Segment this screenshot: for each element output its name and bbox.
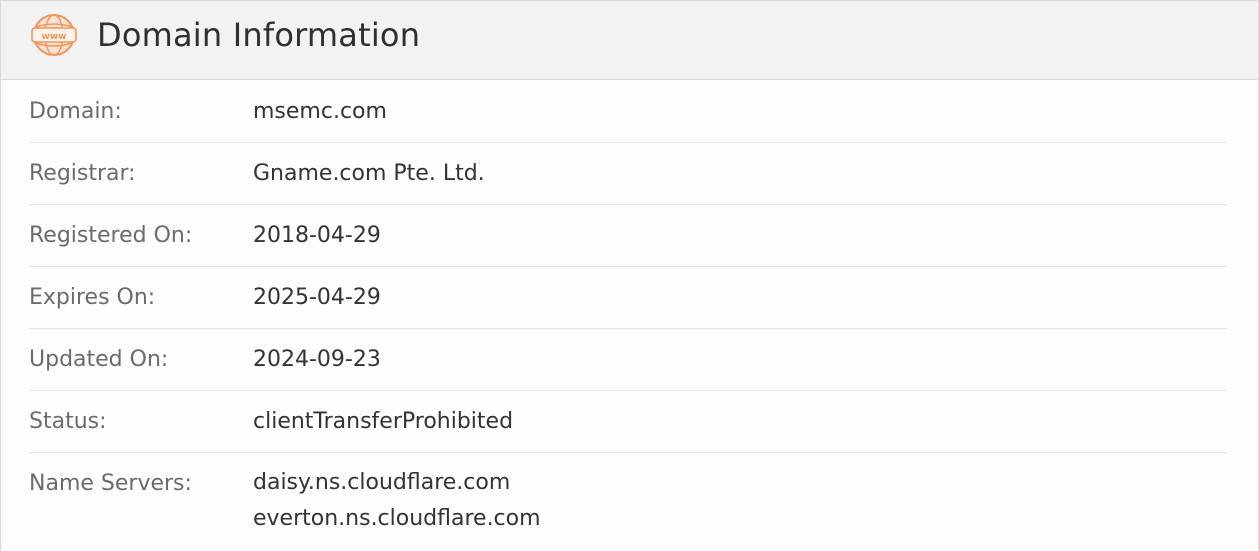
info-row-expires-on: Expires On: 2025-04-29 — [29, 267, 1227, 329]
page-title: Domain Information — [97, 16, 421, 54]
www-globe-icon: www — [31, 14, 77, 56]
row-value: 2024-09-23 — [253, 347, 381, 372]
row-value: 2025-04-29 — [253, 285, 381, 310]
row-value: clientTransferProhibited — [253, 409, 514, 434]
www-icon-text: www — [42, 32, 67, 42]
row-value: Gname.com Pte. Ltd. — [253, 161, 485, 186]
row-label: Status: — [29, 409, 107, 434]
info-row-registered-on: Registered On: 2018-04-29 — [29, 205, 1227, 267]
row-label: Registrar: — [29, 161, 136, 186]
row-label: Domain: — [29, 99, 122, 124]
info-row-domain: Domain: msemc.com — [29, 81, 1227, 143]
name-server-list: daisy.ns.cloudflare.com everton.ns.cloud… — [253, 465, 541, 537]
domain-info-list: Domain: msemc.com Registrar: Gname.com P… — [29, 81, 1227, 545]
info-row-status: Status: clientTransferProhibited — [29, 391, 1227, 453]
panel-header: www Domain Information — [1, 1, 1258, 80]
row-label: Updated On: — [29, 347, 169, 372]
row-label: Name Servers: — [29, 471, 192, 496]
name-server: everton.ns.cloudflare.com — [253, 506, 541, 531]
row-value: 2018-04-29 — [253, 223, 381, 248]
info-row-name-servers: Name Servers: daisy.ns.cloudflare.com ev… — [29, 453, 1227, 545]
row-value: msemc.com — [253, 99, 387, 124]
info-row-updated-on: Updated On: 2024-09-23 — [29, 329, 1227, 391]
info-row-registrar: Registrar: Gname.com Pte. Ltd. — [29, 143, 1227, 205]
domain-information-panel: www Domain Information Domain: msemc.com… — [0, 0, 1259, 551]
row-label: Registered On: — [29, 223, 193, 248]
row-label: Expires On: — [29, 285, 156, 310]
name-server: daisy.ns.cloudflare.com — [253, 470, 511, 495]
